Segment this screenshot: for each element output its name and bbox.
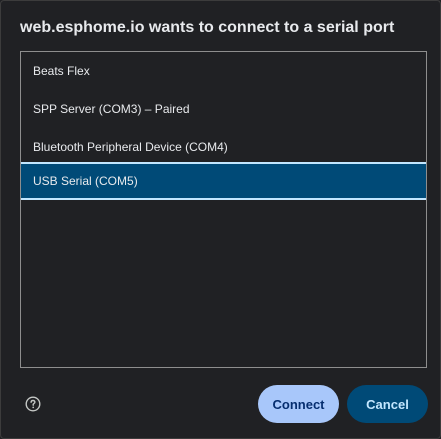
port-item-com4[interactable]: Bluetooth Peripheral Device (COM4) [21, 128, 426, 166]
port-item-com5[interactable]: USB Serial (COM5) [21, 162, 426, 200]
connect-button[interactable]: Connect [258, 385, 339, 423]
port-list[interactable]: Beats Flex SPP Server (COM3) – Paired Bl… [20, 51, 427, 368]
port-item-com3[interactable]: SPP Server (COM3) – Paired [21, 90, 426, 128]
dialog-title: web.esphome.io wants to connect to a ser… [20, 19, 395, 36]
serial-port-dialog: web.esphome.io wants to connect to a ser… [0, 0, 441, 439]
port-item-beats-flex[interactable]: Beats Flex [21, 52, 426, 90]
cancel-button[interactable]: Cancel [347, 385, 428, 423]
help-circle-icon[interactable] [25, 396, 41, 412]
